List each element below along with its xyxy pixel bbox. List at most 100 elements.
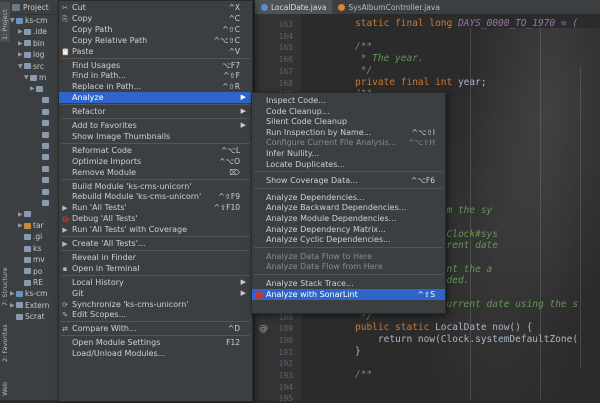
menu-item-find-in-path[interactable]: Find in Path... ^⇧F xyxy=(59,70,252,81)
tree-item[interactable]: ▼ m xyxy=(10,72,62,83)
menu-item-shortcut: F12 xyxy=(226,338,240,348)
menu-item-refactor[interactable]: Refactor ▶ xyxy=(59,106,252,117)
folder-icon xyxy=(42,120,49,127)
menu-item-label: Rebuild Module 'ks-cms-unicorn' xyxy=(72,192,202,202)
editor-tab[interactable]: LocalDate.java xyxy=(255,0,333,14)
menu-separator xyxy=(254,246,443,248)
tree-item[interactable] xyxy=(10,152,62,163)
tree-item[interactable]: ▶ bin xyxy=(10,38,62,49)
tree-item[interactable]: mv xyxy=(10,254,62,265)
tree-item[interactable]: ▶ .ide xyxy=(10,26,62,37)
tree-item[interactable]: ▶ log xyxy=(10,49,62,60)
tool-tab-web[interactable]: Web xyxy=(0,378,10,398)
java-class-icon xyxy=(261,3,268,11)
tree-item[interactable] xyxy=(10,174,62,185)
menu-item-load-unload-modules[interactable]: Load/Unload Modules... xyxy=(59,348,252,359)
submenu-item-code-cleanup[interactable]: Code Cleanup... xyxy=(252,106,445,117)
submenu-item-analyze-module-dependencies[interactable]: Analyze Module Dependencies... xyxy=(252,213,445,224)
project-tree: ▼ ks-cm ▶ .ide ▶ bin ▶ log ▼ src ▼ m ▶ ▶ ▶ tar .gi ks mv po… xyxy=(10,15,62,323)
menu-item-create-all-tests[interactable]: ▶ Create 'All Tests'... xyxy=(59,238,252,249)
code-line: static final long DAYS_0000_TO_1970 = ( xyxy=(355,18,579,29)
menu-item-shortcut: ^⇧R xyxy=(222,82,240,92)
menu-item-copy-relative-path[interactable]: Copy Relative Path ^⌥⇧C xyxy=(59,35,252,46)
menu-item-cut[interactable]: ✂ Cut ^X xyxy=(59,2,252,13)
tool-tab-structure[interactable]: 7: Structure xyxy=(0,262,10,308)
menu-item-label: Copy xyxy=(72,13,93,23)
menu-item-optimize-imports[interactable]: Optimize Imports ^⌥O xyxy=(59,156,252,167)
submenu-item-analyze-dependency-matrix[interactable]: Analyze Dependency Matrix... xyxy=(252,224,445,235)
tree-item[interactable]: ▶ xyxy=(10,83,62,94)
tree-item[interactable] xyxy=(10,129,62,140)
submenu-item-inspect-code[interactable]: Inspect Code... xyxy=(252,95,445,106)
tree-item[interactable]: ▶ Extern xyxy=(10,300,62,311)
submenu-item-locate-duplicates[interactable]: Locate Duplicates... xyxy=(252,159,445,170)
menu-item-find-usages[interactable]: Find Usages ⌥F7 xyxy=(59,60,252,71)
menu-item-add-to-favorites[interactable]: Add to Favorites ▶ xyxy=(59,120,252,131)
folder-icon xyxy=(24,222,31,229)
tree-item[interactable] xyxy=(10,197,62,208)
menu-item-show-image-thumbnails[interactable]: Show Image Thumbnails xyxy=(59,131,252,142)
menu-item-copy-path[interactable]: Copy Path ^⇧C xyxy=(59,24,252,35)
submenu-item-analyze-cyclic-dependencies[interactable]: Analyze Cyclic Dependencies... xyxy=(252,234,445,245)
menu-item-build-module-ks-cms-unicorn[interactable]: Build Module 'ks-cms-unicorn' xyxy=(59,181,252,192)
tree-item-label: tar xyxy=(33,221,44,231)
submenu-item-silent-code-cleanup[interactable]: Silent Code Cleanup xyxy=(252,116,445,127)
menu-item-copy[interactable]: ⎘ Copy ^C xyxy=(59,13,252,24)
line-number: 192 xyxy=(278,359,293,369)
tree-item[interactable]: ▼ ks-cm xyxy=(10,15,62,26)
menu-item-local-history[interactable]: Local History ▶ xyxy=(59,277,252,288)
tree-item[interactable] xyxy=(10,106,62,117)
tree-item[interactable]: ▶ tar xyxy=(10,220,62,231)
analyze-submenu: Inspect Code... Code Cleanup... Silent Cod… xyxy=(251,92,446,314)
menu-item-reveal-in-finder[interactable]: Reveal in Finder xyxy=(59,252,252,263)
tree-item-label: ks-cm xyxy=(25,289,48,299)
menu-item-run-all-tests-with-coverage[interactable]: ▶ Run 'All Tests' with Coverage xyxy=(59,224,252,235)
tree-item[interactable] xyxy=(10,95,62,106)
menu-item-shortcut: ^X xyxy=(228,3,240,12)
tree-item[interactable] xyxy=(10,163,62,174)
tree-item[interactable]: RE xyxy=(10,277,62,288)
override-marker-icon[interactable]: @ xyxy=(259,324,268,334)
folder-icon xyxy=(42,188,49,195)
tool-tab-favorites[interactable]: 2: Favorites xyxy=(0,320,10,364)
menu-item-synchronize-ks-cms-unicorn[interactable]: ⟳ Synchronize 'ks-cms-unicorn' xyxy=(59,299,252,310)
menu-item-paste[interactable]: 📋 Paste ^V xyxy=(59,46,252,57)
submenu-item-analyze-backward-dependencies[interactable]: Analyze Backward Dependencies... xyxy=(252,202,445,213)
menu-item-reformat-code[interactable]: Reformat Code ^⌥L xyxy=(59,145,252,156)
menu-item-shortcut: ^⇧F xyxy=(223,71,240,81)
menu-item-rebuild-module-ks-cms-unicorn[interactable]: Rebuild Module 'ks-cms-unicorn' ^⇧F9 xyxy=(59,191,252,202)
menu-item-open-in-terminal[interactable]: ▪ Open in Terminal xyxy=(59,263,252,274)
menu-item-open-module-settings[interactable]: Open Module Settings F12 xyxy=(59,337,252,348)
submenu-item-analyze-stack-trace[interactable]: Analyze Stack Trace... xyxy=(252,278,445,289)
menu-item-analyze[interactable]: Analyze ▶ xyxy=(59,92,252,104)
tree-item[interactable]: Scrat xyxy=(10,311,62,322)
menu-item-debug-all-tests[interactable]: 🐞 Debug 'All Tests' xyxy=(59,213,252,224)
menu-separator xyxy=(61,236,250,237)
tree-item[interactable] xyxy=(10,186,62,197)
code-line: private final int year; xyxy=(355,76,487,88)
tree-item[interactable]: ▼ src xyxy=(10,61,62,72)
line-number: 191 xyxy=(278,347,293,357)
menu-item-shortcut: ^⌥O xyxy=(219,156,240,166)
tree-item[interactable] xyxy=(10,140,62,151)
submenu-item-run-inspection-by-name[interactable]: Run Inspection by Name... ^⌥⇧I xyxy=(252,127,445,138)
tree-item[interactable] xyxy=(10,118,62,129)
submenu-item-infer-nullity[interactable]: Infer Nullity... xyxy=(252,148,445,159)
menu-item-compare-with[interactable]: ⇄ Compare With... ^D xyxy=(59,323,252,334)
tree-item[interactable]: po xyxy=(10,266,62,277)
tree-item[interactable]: ▶ ks-cm xyxy=(10,288,62,299)
submenu-item-analyze-with-sonarlint[interactable]: Analyze with SonarLint ^⇧S xyxy=(252,288,445,300)
menu-item-replace-in-path[interactable]: Replace in Path... ^⇧R xyxy=(59,81,252,92)
tool-tab-project[interactable]: 1: Project xyxy=(0,2,10,42)
menu-item-edit-scopes[interactable]: ✎ Edit Scopes... xyxy=(59,309,252,320)
tree-item[interactable]: ▶ xyxy=(10,209,62,220)
tree-item[interactable]: ks xyxy=(10,243,62,254)
menu-item-git[interactable]: Git ▶ xyxy=(59,288,252,299)
menu-item-run-all-tests[interactable]: ▶ Run 'All Tests' ^⇧F10 xyxy=(59,202,252,213)
editor-tab[interactable]: SysAlbumController.java xyxy=(332,0,445,14)
tree-item[interactable]: .gi xyxy=(10,231,62,242)
menu-item-label: Compare With... xyxy=(72,324,137,334)
menu-item-remove-module[interactable]: Remove Module ⌦ xyxy=(59,167,252,178)
submenu-item-show-coverage-data[interactable]: Show Coverage Data... ^⌥F6 xyxy=(252,175,445,186)
submenu-item-analyze-dependencies[interactable]: Analyze Dependencies... xyxy=(252,192,445,203)
